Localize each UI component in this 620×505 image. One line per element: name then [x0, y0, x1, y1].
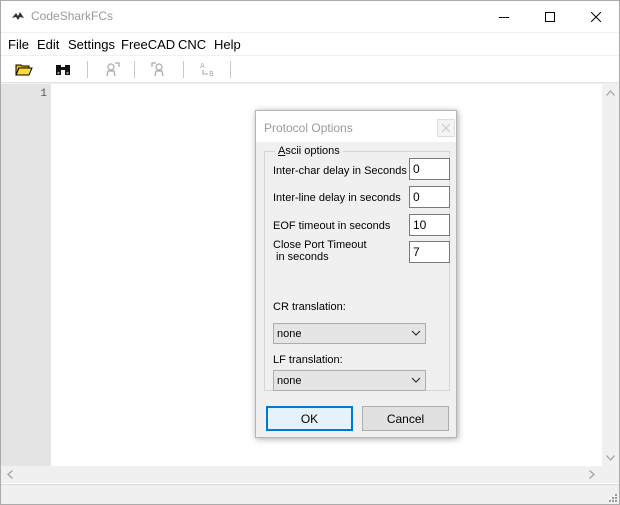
svg-text:A: A — [200, 62, 205, 70]
toolbar: A B — [1, 56, 619, 83]
toolbar-separator — [87, 61, 88, 78]
line-number: 1 — [40, 88, 47, 100]
cr-translation-select[interactable]: none — [273, 323, 426, 344]
menu-edit[interactable]: Edit — [37, 37, 59, 52]
toolbar-separator — [230, 61, 231, 78]
maximize-button[interactable] — [527, 1, 573, 32]
toolbar-separator — [183, 61, 184, 78]
maximize-icon — [545, 11, 555, 22]
eof-timeout-label: EOF timeout in seconds — [273, 220, 391, 232]
close-port-timeout-label: Close Port Timeout in seconds — [273, 239, 367, 263]
dialog-close-button[interactable] — [437, 119, 455, 137]
lf-translation-label: LF translation: — [273, 354, 343, 366]
title-bar: CodeSharkFCs — [1, 1, 619, 32]
cancel-button[interactable]: Cancel — [362, 406, 449, 431]
inter-char-delay-input[interactable]: 0 — [409, 158, 450, 180]
close-button[interactable] — [573, 1, 619, 32]
scroll-right-icon[interactable] — [589, 470, 595, 479]
shark-app-icon — [12, 12, 24, 20]
protocol-options-dialog: Protocol Options Ascii options Inter-cha… — [255, 110, 457, 438]
menu-cnc[interactable]: CNC — [178, 37, 206, 52]
receive-icon — [151, 62, 164, 77]
horizontal-scrollbar[interactable] — [1, 466, 602, 483]
receive-button[interactable] — [148, 59, 170, 79]
convert-ab-icon: A B — [200, 62, 214, 77]
cr-translation-value: none — [277, 328, 302, 340]
inter-char-delay-label: Inter-char delay in Seconds — [273, 165, 407, 177]
convert-button[interactable]: A B — [197, 59, 219, 79]
lf-translation-value: none — [277, 375, 302, 387]
line-number-gutter: 1 — [1, 84, 51, 466]
chevron-down-icon — [411, 330, 421, 336]
open-file-button[interactable] — [13, 59, 35, 79]
inter-line-delay-input[interactable]: 0 — [409, 186, 450, 208]
scroll-left-icon[interactable] — [7, 470, 13, 479]
ok-button[interactable]: OK — [266, 406, 353, 431]
scroll-up-icon[interactable] — [606, 90, 615, 96]
resize-grip-icon[interactable] — [607, 492, 617, 502]
group-label: Ascii options — [275, 145, 343, 157]
binoculars-icon — [56, 65, 70, 75]
close-icon — [591, 11, 601, 22]
eof-timeout-input[interactable]: 10 — [409, 214, 450, 236]
lf-translation-select[interactable]: none — [273, 370, 426, 391]
scroll-down-icon[interactable] — [606, 455, 615, 461]
menu-bar: File Edit Settings FreeCAD CNC Help — [1, 33, 619, 55]
menu-help[interactable]: Help — [214, 37, 241, 52]
status-bar — [1, 484, 619, 504]
chevron-down-icon — [411, 377, 421, 383]
scrollbar-corner — [602, 466, 619, 483]
svg-text:B: B — [209, 70, 214, 77]
toolbar-separator — [134, 61, 135, 78]
cr-translation-label: CR translation: — [273, 301, 346, 313]
close-port-timeout-input[interactable]: 7 — [409, 241, 450, 263]
find-button[interactable] — [52, 59, 74, 79]
close-icon — [442, 124, 450, 132]
transmit-icon — [106, 62, 120, 77]
dialog-title: Protocol Options — [264, 121, 353, 135]
menu-settings[interactable]: Settings — [68, 37, 115, 52]
menu-freecad[interactable]: FreeCAD — [121, 37, 175, 52]
minimize-button[interactable] — [481, 1, 527, 32]
minimize-icon — [499, 16, 509, 18]
open-folder-icon — [15, 64, 33, 76]
window-title: CodeSharkFCs — [31, 9, 114, 23]
transmit-button[interactable] — [101, 59, 123, 79]
dialog-title-bar: Protocol Options — [256, 111, 456, 142]
vertical-scrollbar[interactable] — [602, 84, 619, 466]
inter-line-delay-label: Inter-line delay in seconds — [273, 192, 401, 204]
menu-file[interactable]: File — [8, 37, 29, 52]
